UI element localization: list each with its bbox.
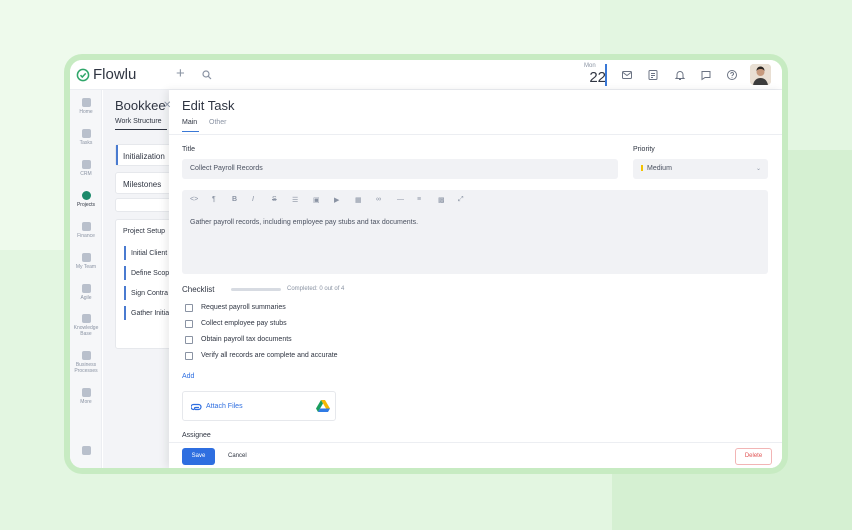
priority-label: Priority	[633, 146, 655, 153]
settings-icon	[81, 446, 91, 455]
nav-projects[interactable]: Projects	[70, 191, 102, 208]
checklist-item: Obtain payroll tax documents	[201, 336, 292, 343]
link-icon[interactable]: ∞	[376, 196, 381, 203]
team-icon	[81, 253, 91, 262]
assignee-label: Assignee	[182, 432, 211, 439]
nav-agile[interactable]: Agile	[70, 284, 102, 301]
tab-main[interactable]: Main	[182, 119, 197, 126]
plus-icon[interactable]: +	[176, 65, 185, 82]
nav-my-team[interactable]: My Team	[70, 253, 102, 270]
checklist-item: Verify all records are complete and accu…	[201, 352, 338, 359]
add-checklist-item-link[interactable]: Add	[182, 373, 194, 380]
chat-icon[interactable]	[700, 69, 712, 81]
checklist-checkbox[interactable]	[185, 352, 193, 360]
tab-work-structure[interactable]: Work Structure	[115, 118, 162, 125]
projects-icon	[81, 191, 91, 200]
more-icon	[81, 388, 91, 397]
list-icon[interactable]: ☰	[292, 196, 298, 204]
checklist-checkbox[interactable]	[185, 336, 193, 344]
nav-tasks[interactable]: Tasks	[70, 129, 102, 146]
crm-icon	[81, 160, 91, 169]
table-icon[interactable]: ▦	[355, 196, 362, 204]
checklist-status: Completed: 0 out of 4	[287, 286, 345, 292]
logo-check-icon	[76, 68, 90, 81]
list-item[interactable]: Gather Initia	[131, 310, 169, 317]
text-color-icon[interactable]: ▩	[438, 196, 445, 204]
title-value: Collect Payroll Records	[190, 165, 263, 172]
title-field[interactable]: Collect Payroll Records	[182, 159, 618, 179]
edit-task-panel: ✕ Edit Task Main Other Title Collect Pay…	[163, 90, 782, 468]
nav-settings[interactable]	[70, 446, 102, 457]
close-icon[interactable]: ✕	[163, 100, 171, 111]
line-icon[interactable]: —	[397, 196, 404, 203]
nav-more[interactable]: More	[70, 388, 102, 405]
processes-icon	[81, 351, 91, 360]
image-icon[interactable]: ▣	[313, 196, 320, 204]
bold-icon[interactable]: B	[232, 196, 237, 203]
nav-finance[interactable]: Finance	[70, 222, 102, 239]
google-drive-icon[interactable]	[316, 400, 330, 412]
agile-icon	[81, 284, 91, 293]
list-item[interactable]: Initial Client	[131, 250, 167, 257]
strikethrough-icon[interactable]: S	[272, 196, 277, 203]
help-icon[interactable]	[726, 69, 738, 81]
video-icon[interactable]: ▶	[334, 196, 339, 204]
cancel-button[interactable]: Cancel	[228, 453, 247, 459]
attach-files-box[interactable]: Attach Files	[182, 391, 336, 421]
avatar[interactable]	[750, 64, 771, 85]
tab-underline	[182, 131, 199, 132]
tab-other[interactable]: Other	[209, 119, 227, 126]
chevron-down-icon: ⌄	[755, 166, 761, 172]
nav-knowledge-base[interactable]: Knowledge Base	[70, 314, 102, 337]
list-item[interactable]: Define Scop	[131, 270, 169, 277]
paragraph-icon[interactable]: ¶	[212, 196, 216, 203]
checklist-item: Collect employee pay stubs	[201, 320, 287, 327]
title-label: Title	[182, 146, 195, 153]
project-title: Bookkee	[115, 98, 166, 113]
search-icon[interactable]	[202, 70, 212, 80]
checklist-item: Request payroll summaries	[201, 304, 286, 311]
mail-icon[interactable]	[621, 69, 633, 81]
bell-icon[interactable]	[674, 69, 686, 81]
left-nav: Home Tasks CRM Projects Finance My Team …	[70, 90, 102, 468]
priority-select[interactable]: Medium ⌄	[633, 159, 768, 179]
italic-icon[interactable]: I	[252, 196, 254, 203]
priority-value: Medium	[647, 165, 672, 172]
attach-files-label: Attach Files	[206, 403, 243, 410]
description-editor[interactable]: <> ¶ B I S ☰ ▣ ▶ ▦ ∞ — ≡ ▩ ⤢ Gather payr…	[182, 190, 768, 274]
list-item[interactable]: Sign Contra	[131, 290, 168, 297]
logo[interactable]: Flowlu	[76, 66, 136, 83]
checklist-checkbox[interactable]	[185, 304, 193, 312]
paperclip-icon	[191, 403, 202, 411]
tab-underline	[115, 129, 167, 130]
checklist-progress	[231, 288, 281, 291]
finance-icon	[81, 222, 91, 231]
save-button[interactable]: Save	[182, 448, 215, 465]
nav-home[interactable]: Home	[70, 98, 102, 115]
description-text: Gather payroll records, including employ…	[190, 219, 419, 226]
date-divider	[605, 64, 607, 86]
checklist-checkbox[interactable]	[185, 320, 193, 328]
nav-business-processes[interactable]: Business Processes	[70, 351, 102, 374]
notes-icon[interactable]	[647, 69, 659, 81]
align-icon[interactable]: ≡	[417, 196, 421, 203]
date-widget[interactable]: Mon 22	[582, 63, 606, 87]
delete-button[interactable]: Delete	[735, 448, 772, 465]
nav-crm[interactable]: CRM	[70, 160, 102, 177]
checklist-label: Checklist	[182, 285, 215, 294]
fullscreen-icon[interactable]: ⤢	[458, 196, 464, 204]
panel-footer: Save Cancel Delete	[169, 442, 782, 468]
date-day: 22	[589, 69, 606, 86]
home-icon	[81, 98, 91, 107]
panel-title: Edit Task	[182, 98, 235, 113]
knowledge-icon	[81, 314, 91, 323]
brand-name: Flowlu	[93, 66, 137, 83]
app-window: Flowlu + Mon 22 Home Tasks CRM Projects …	[70, 60, 782, 468]
top-bar: Flowlu + Mon 22	[70, 60, 782, 90]
code-icon[interactable]: <>	[190, 196, 198, 203]
tasks-icon	[81, 129, 91, 138]
divider	[169, 134, 782, 135]
priority-marker	[641, 165, 643, 171]
